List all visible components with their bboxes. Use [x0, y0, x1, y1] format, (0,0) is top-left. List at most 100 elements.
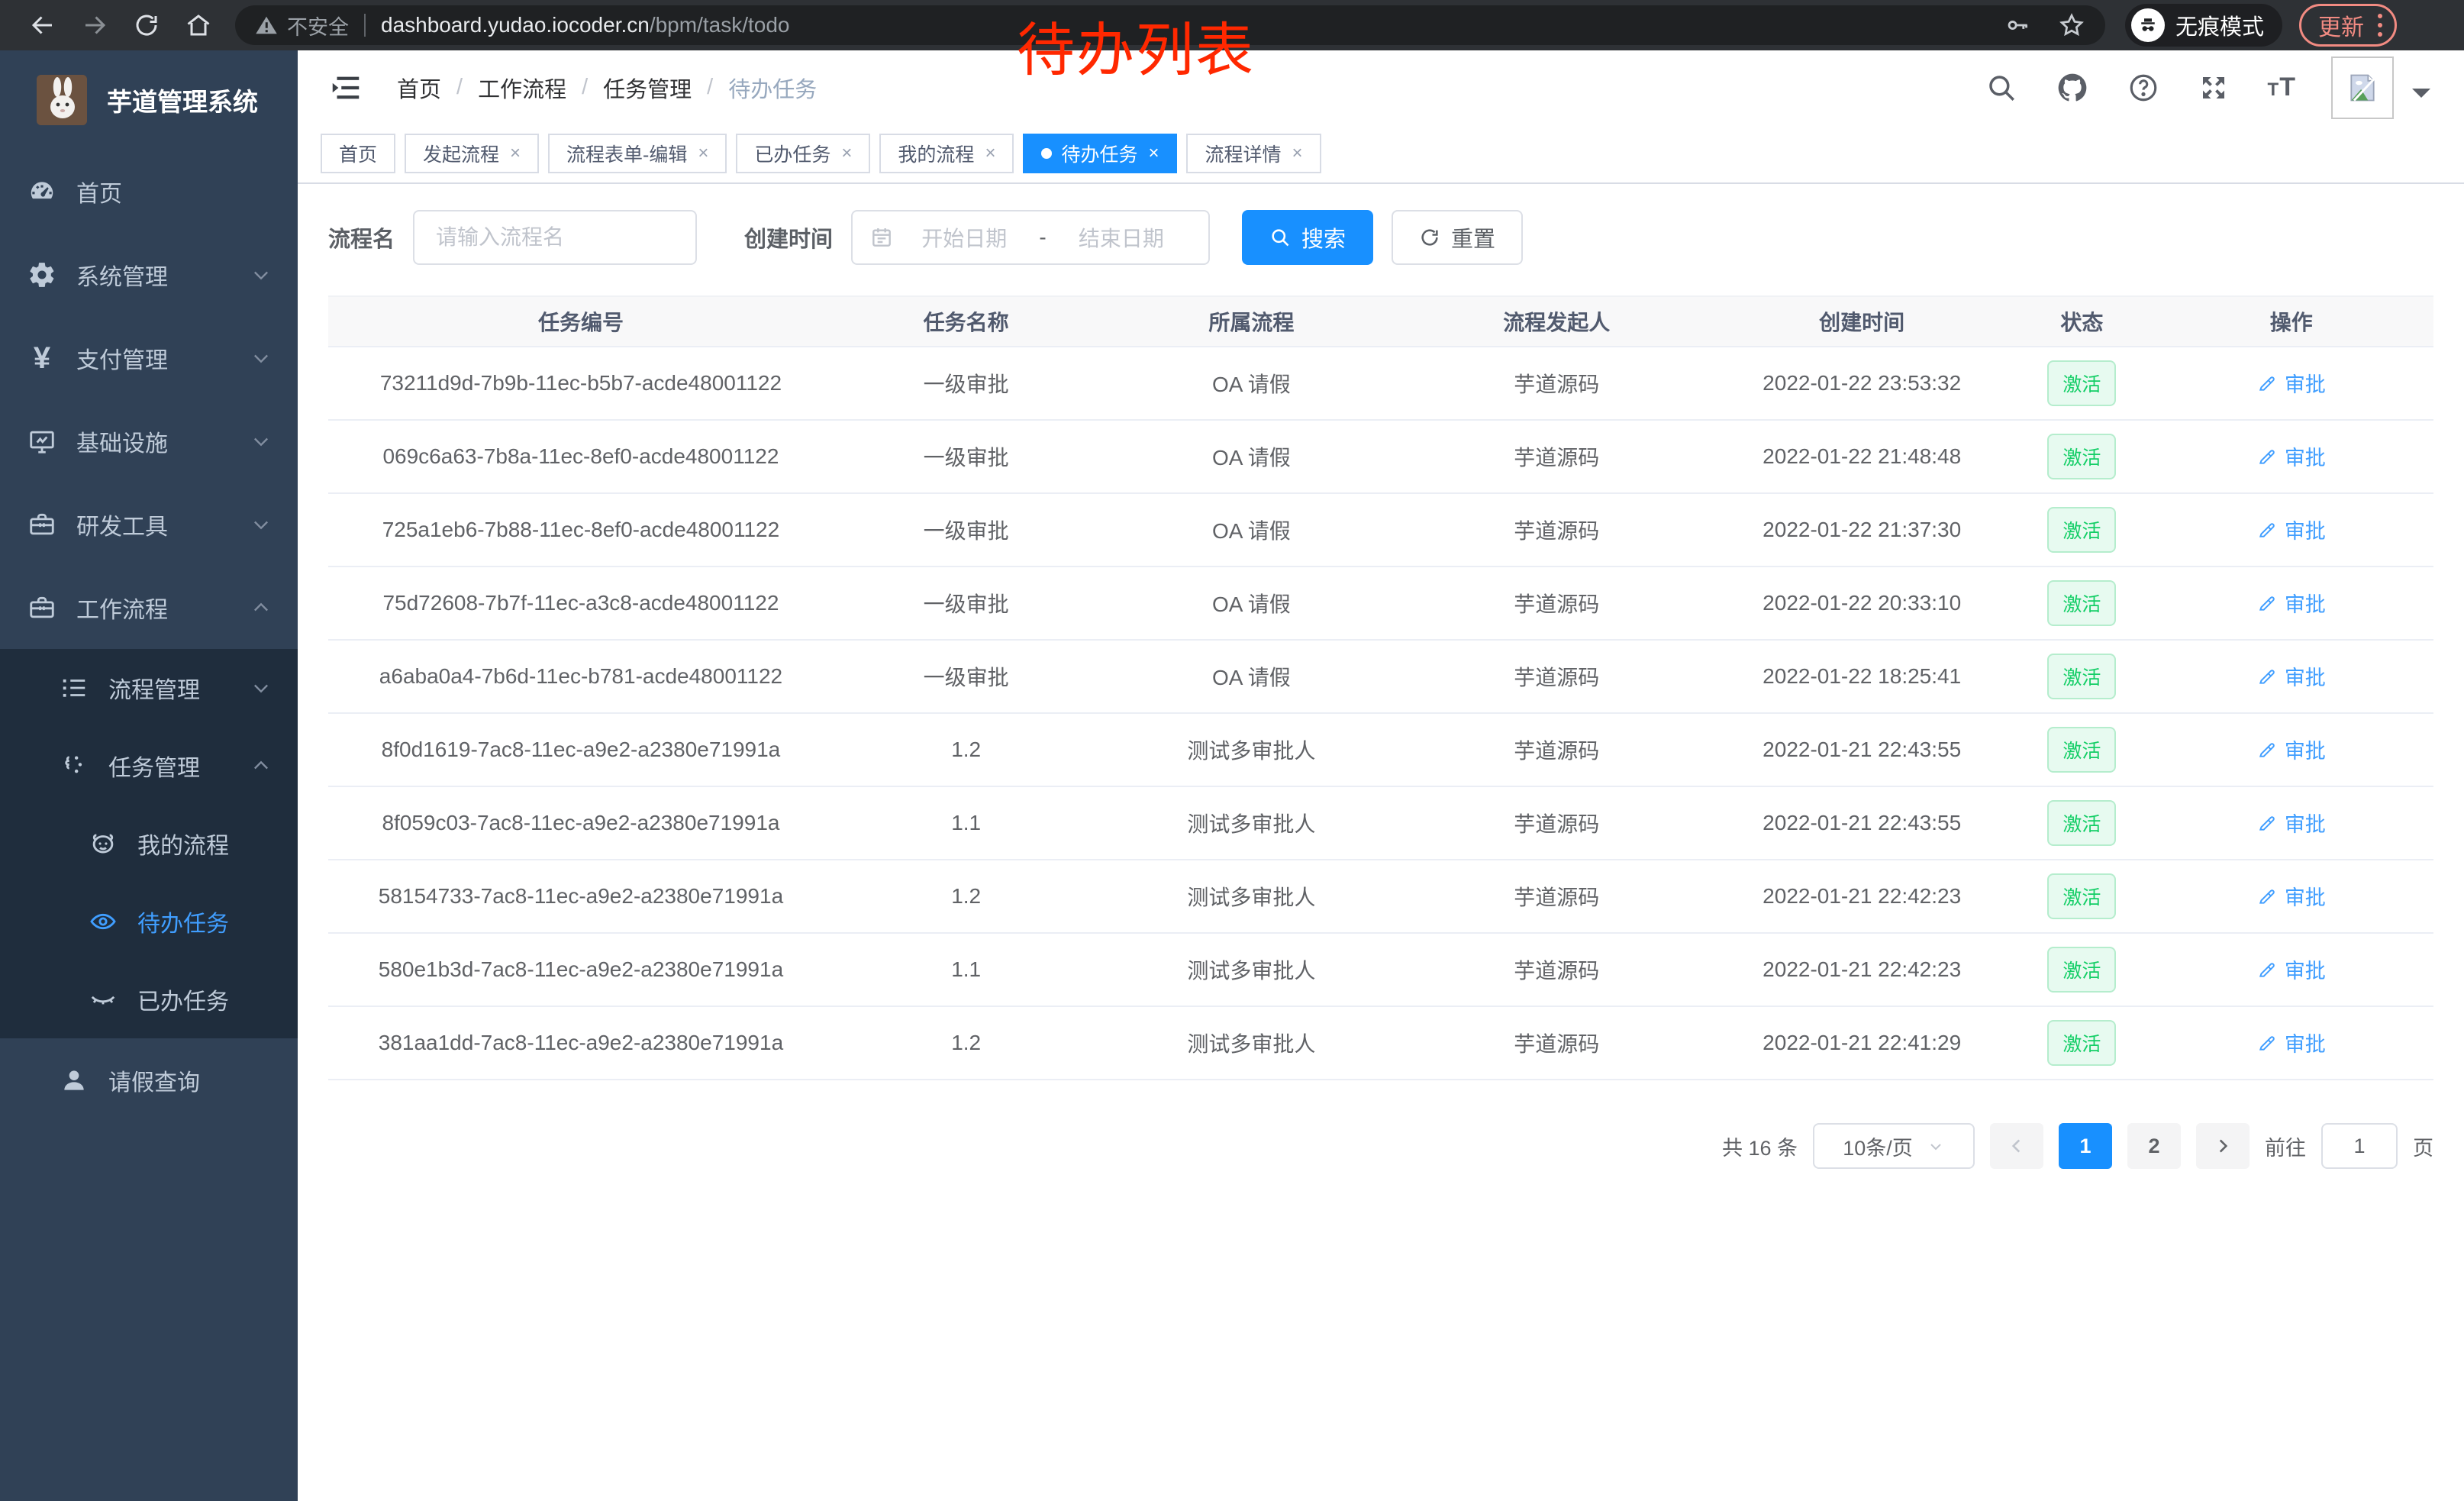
- app-logo: [37, 75, 87, 125]
- breadcrumb-home[interactable]: 首页: [397, 72, 441, 104]
- tab-close-icon[interactable]: ×: [841, 143, 852, 164]
- tab-process-detail[interactable]: 流程详情×: [1186, 134, 1321, 173]
- table-row: 8f059c03-7ac8-11ec-a9e2-a2380e71991a 1.1…: [328, 786, 2433, 860]
- sidebar-fold-icon[interactable]: [328, 70, 363, 105]
- col-actions: 操作: [2150, 296, 2433, 347]
- process-name-input[interactable]: [413, 210, 697, 265]
- col-task-id: 任务编号: [328, 296, 834, 347]
- browser-reload-icon[interactable]: [121, 4, 173, 47]
- tab-close-icon[interactable]: ×: [985, 143, 995, 164]
- sidebar-item-devtools[interactable]: 研发工具: [0, 483, 298, 566]
- tab-home[interactable]: 首页: [321, 134, 395, 173]
- update-button[interactable]: 更新: [2299, 4, 2397, 47]
- select-caret-icon: [1927, 1137, 1945, 1155]
- cell-create-time: 2022-01-21 22:41:29: [1709, 1006, 2014, 1080]
- breadcrumb-workflow[interactable]: 工作流程: [478, 72, 566, 104]
- monitor-icon: [27, 427, 56, 456]
- search-button[interactable]: 搜索: [1242, 210, 1373, 265]
- tab-my-process[interactable]: 我的流程×: [879, 134, 1014, 173]
- github-icon[interactable]: [2056, 71, 2089, 105]
- sidebar-item-task-management[interactable]: 任务管理: [0, 727, 298, 805]
- reset-button[interactable]: 重置: [1392, 210, 1523, 265]
- sidebar-item-leave-query[interactable]: 请假查询: [0, 1038, 298, 1122]
- cell-task-name: 1.2: [834, 1006, 1099, 1080]
- cell-process: 测试多审批人: [1098, 860, 1404, 933]
- fullscreen-icon[interactable]: [2198, 72, 2230, 104]
- filter-bar: 流程名 创建时间 开始日期 - 结束日期 搜索 重置: [328, 210, 2433, 265]
- cell-task-id: 725a1eb6-7b88-11ec-8ef0-acde48001122: [328, 493, 834, 567]
- help-icon[interactable]: [2127, 72, 2159, 104]
- status-badge: 激活: [2047, 434, 2116, 479]
- page-2-button[interactable]: 2: [2127, 1123, 2181, 1169]
- tab-close-icon[interactable]: ×: [510, 143, 521, 164]
- bookmark-star-icon[interactable]: [2058, 11, 2085, 39]
- goto-page-input[interactable]: [2321, 1123, 2398, 1169]
- tab-close-icon[interactable]: ×: [698, 143, 708, 164]
- tab-close-icon[interactable]: ×: [1148, 143, 1159, 164]
- search-icon[interactable]: [1985, 72, 2017, 104]
- approve-link[interactable]: 审批: [2257, 734, 2326, 764]
- avatar[interactable]: [2331, 56, 2394, 119]
- sidebar-item-my-process[interactable]: 我的流程: [0, 805, 298, 883]
- approve-link[interactable]: 审批: [2257, 1028, 2326, 1057]
- tab-close-icon[interactable]: ×: [1292, 143, 1303, 164]
- prev-page-button[interactable]: [1990, 1123, 2043, 1169]
- table-row: 58154733-7ac8-11ec-a9e2-a2380e71991a 1.2…: [328, 860, 2433, 933]
- edit-pencil-icon: [2257, 667, 2277, 686]
- sidebar-item-done-tasks[interactable]: 已办任务: [0, 960, 298, 1038]
- cell-process: OA 请假: [1098, 567, 1404, 640]
- active-tab-dot: [1041, 148, 1052, 159]
- browser-back-icon[interactable]: [17, 4, 69, 47]
- security-label: 不安全: [287, 11, 349, 40]
- table-row: 73211d9d-7b9b-11ec-b5b7-acde48001122 一级审…: [328, 347, 2433, 420]
- browser-home-icon[interactable]: [173, 4, 224, 47]
- approve-link[interactable]: 审批: [2257, 808, 2326, 838]
- sidebar-item-todo-tasks[interactable]: 待办任务: [0, 883, 298, 960]
- browser-menu-icon[interactable]: [2378, 14, 2382, 37]
- tab-process-form-edit[interactable]: 流程表单-编辑×: [548, 134, 727, 173]
- app-logo-row: 芋道管理系统: [0, 50, 298, 150]
- password-key-icon[interactable]: [2004, 12, 2030, 38]
- status-badge: 激活: [2047, 727, 2116, 773]
- tab-done-tasks[interactable]: 已办任务×: [736, 134, 870, 173]
- cell-task-id: 73211d9d-7b9b-11ec-b5b7-acde48001122: [328, 347, 834, 420]
- cell-starter: 芋道源码: [1404, 713, 1709, 786]
- process-name-label: 流程名: [328, 221, 395, 253]
- tab-todo-tasks[interactable]: 待办任务×: [1023, 134, 1177, 173]
- page-size-select[interactable]: 10条/页: [1813, 1123, 1975, 1169]
- avatar-dropdown-caret-icon[interactable]: [2412, 89, 2430, 107]
- next-page-button[interactable]: [2196, 1123, 2250, 1169]
- cell-create-time: 2022-01-22 21:48:48: [1709, 420, 2014, 493]
- status-badge: 激活: [2047, 507, 2116, 553]
- approve-link[interactable]: 审批: [2257, 661, 2326, 691]
- approve-link[interactable]: 审批: [2257, 441, 2326, 471]
- approve-link[interactable]: 审批: [2257, 515, 2326, 544]
- cell-process: OA 请假: [1098, 347, 1404, 420]
- date-range-picker[interactable]: 开始日期 - 结束日期: [851, 210, 1210, 265]
- approve-link[interactable]: 审批: [2257, 881, 2326, 911]
- tab-start-process[interactable]: 发起流程×: [405, 134, 539, 173]
- approve-link[interactable]: 审批: [2257, 588, 2326, 618]
- chevron-up-icon: [250, 597, 272, 618]
- cell-create-time: 2022-01-22 20:33:10: [1709, 567, 2014, 640]
- sidebar-item-workflow[interactable]: 工作流程: [0, 566, 298, 649]
- sidebar-item-home[interactable]: 首页: [0, 150, 298, 233]
- sidebar-item-payment[interactable]: ¥ 支付管理: [0, 316, 298, 399]
- approve-link[interactable]: 审批: [2257, 954, 2326, 984]
- sidebar-item-infrastructure[interactable]: 基础设施: [0, 399, 298, 483]
- status-badge: 激活: [2047, 800, 2116, 846]
- breadcrumb-task-management[interactable]: 任务管理: [603, 72, 692, 104]
- sidebar-item-system[interactable]: 系统管理: [0, 233, 298, 316]
- cell-starter: 芋道源码: [1404, 567, 1709, 640]
- cell-process: OA 请假: [1098, 640, 1404, 713]
- chevron-down-icon: [250, 264, 272, 286]
- goto-label: 前往: [2265, 1131, 2306, 1161]
- list-tree-icon: [60, 673, 89, 702]
- browser-forward-icon[interactable]: [69, 4, 121, 47]
- font-size-icon[interactable]: TT: [2268, 73, 2296, 102]
- cell-create-time: 2022-01-21 22:43:55: [1709, 786, 2014, 860]
- user-icon: [60, 1066, 89, 1095]
- sidebar-item-process-management[interactable]: 流程管理: [0, 649, 298, 727]
- approve-link[interactable]: 审批: [2257, 368, 2326, 398]
- page-1-button[interactable]: 1: [2059, 1123, 2112, 1169]
